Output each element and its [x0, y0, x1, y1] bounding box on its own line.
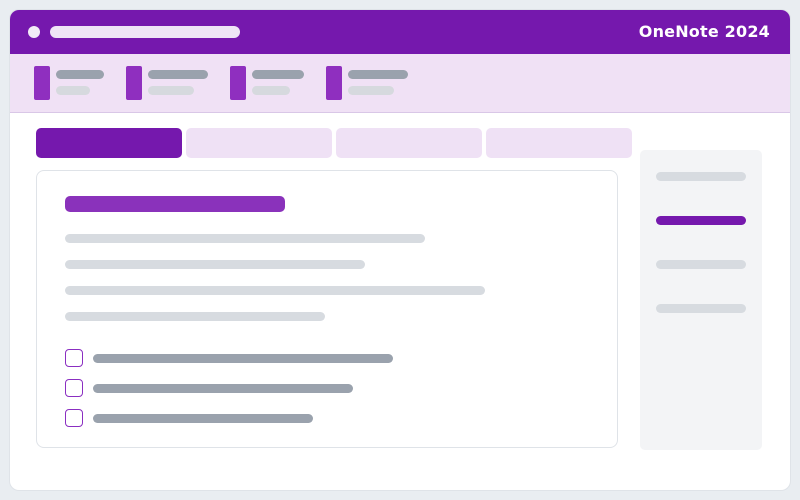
ribbon-sublabel-placeholder — [148, 86, 194, 95]
page-title-placeholder — [65, 196, 285, 212]
title-search-bar[interactable] — [50, 26, 240, 38]
checkbox-icon[interactable] — [65, 379, 83, 397]
ribbon-label-placeholder — [148, 70, 208, 79]
tab-4[interactable] — [486, 128, 632, 158]
todo-item[interactable] — [65, 409, 485, 429]
ribbon-label-placeholder — [252, 70, 304, 79]
page-list-sidebar — [640, 150, 762, 450]
page-list-item[interactable] — [656, 304, 746, 313]
page-list-item[interactable] — [656, 260, 746, 269]
onenote-window: OneNote 2024 — [10, 10, 790, 490]
tab-3[interactable] — [336, 128, 482, 158]
ribbon-item-2[interactable] — [126, 66, 210, 100]
ribbon-command-icon — [326, 66, 342, 100]
ribbon-item-1[interactable] — [34, 66, 106, 100]
todo-text-placeholder — [93, 354, 393, 363]
body-text-placeholder — [65, 286, 485, 295]
ribbon-command-icon — [34, 66, 50, 100]
ribbon-command-icon — [126, 66, 142, 100]
page-list-item[interactable] — [656, 172, 746, 181]
ribbon-label-placeholder — [56, 70, 104, 79]
todo-text-placeholder — [93, 384, 353, 393]
checkbox-icon[interactable] — [65, 349, 83, 367]
ribbon-item-4[interactable] — [326, 66, 410, 100]
title-bar: OneNote 2024 — [10, 10, 790, 54]
tab-1[interactable] — [36, 128, 182, 158]
body-text-placeholder — [65, 234, 425, 243]
ribbon-command-icon — [230, 66, 246, 100]
ribbon-sublabel-placeholder — [348, 86, 394, 95]
checkbox-icon[interactable] — [65, 409, 83, 427]
todo-item[interactable] — [65, 379, 485, 399]
body-text-placeholder — [65, 260, 365, 269]
ribbon-sublabel-placeholder — [56, 86, 90, 95]
note-page[interactable] — [36, 170, 618, 448]
todo-item[interactable] — [65, 349, 485, 369]
app-title: OneNote 2024 — [638, 22, 770, 41]
ribbon-label-placeholder — [348, 70, 408, 79]
body-text-placeholder — [65, 312, 325, 321]
page-list-item-selected[interactable] — [656, 216, 746, 225]
tab-2[interactable] — [186, 128, 332, 158]
todo-text-placeholder — [93, 414, 313, 423]
window-control-icon[interactable] — [28, 26, 40, 38]
ribbon-sublabel-placeholder — [252, 86, 290, 95]
ribbon-item-3[interactable] — [230, 66, 306, 100]
ribbon-toolbar — [10, 54, 790, 113]
